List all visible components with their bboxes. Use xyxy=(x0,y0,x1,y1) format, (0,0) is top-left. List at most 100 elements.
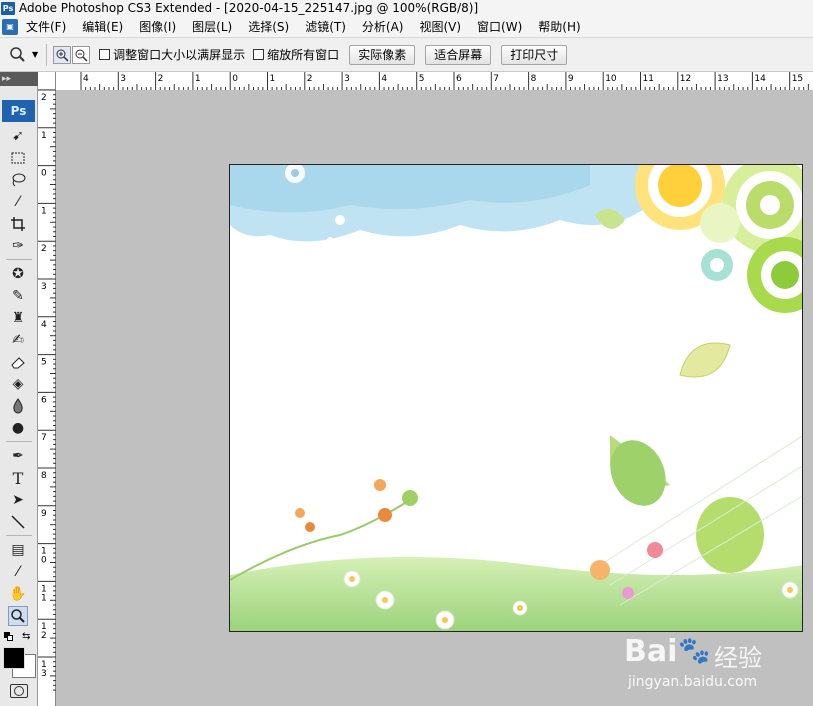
blur-tool[interactable] xyxy=(8,396,28,416)
ruler-label: 0 xyxy=(232,74,238,84)
window-title: Adobe Photoshop CS3 Extended - [2020-04-… xyxy=(19,1,479,15)
crop-tool[interactable] xyxy=(8,214,28,234)
brush-icon: ✎ xyxy=(12,288,24,304)
ruler-ticks: 21012345678910111213 xyxy=(38,90,56,691)
checkbox-box[interactable] xyxy=(253,49,265,60)
ruler-label: 5 xyxy=(41,358,47,368)
swap-colors-icon[interactable]: ⇆ xyxy=(22,631,30,642)
marquee-icon xyxy=(11,152,25,164)
quick-mask-button[interactable] xyxy=(10,684,28,698)
photoshop-app-icon: Ps xyxy=(1,1,15,15)
spring-flower-artwork xyxy=(230,165,802,631)
document-icon[interactable]: ▣ xyxy=(2,18,18,35)
menu-filter[interactable]: 滤镜(T) xyxy=(297,18,354,35)
chevron-down-icon: ▼ xyxy=(32,50,39,59)
menu-image[interactable]: 图像(I) xyxy=(131,18,184,35)
ruler-label: 3 xyxy=(344,74,350,84)
ruler-label: 5 xyxy=(419,74,425,84)
menu-layer[interactable]: 图层(L) xyxy=(184,18,240,35)
default-colors-icon[interactable] xyxy=(4,632,14,642)
ruler-label: 15 xyxy=(792,74,803,84)
history-brush-tool[interactable]: ✍ xyxy=(8,330,28,350)
ruler-origin[interactable] xyxy=(38,72,56,90)
dodge-tool[interactable]: ● xyxy=(8,418,28,438)
path-selection-icon: ➤ xyxy=(12,492,24,508)
ruler-label: 0 xyxy=(41,169,47,179)
ruler-label: 2 xyxy=(41,631,47,641)
ruler-label: 9 xyxy=(568,74,574,84)
path-selection-tool[interactable]: ➤ xyxy=(8,490,28,510)
ruler-label: 2 xyxy=(41,93,47,103)
baidu-watermark: Bai 🐾 经验 jingyan.baidu.com xyxy=(622,632,812,706)
notes-tool[interactable]: ▤ xyxy=(8,540,28,560)
eyedropper-tool[interactable]: ⁄ xyxy=(8,562,28,582)
ruler-label: 9 xyxy=(41,509,47,519)
checkbox-box[interactable] xyxy=(99,49,111,60)
slice-tool[interactable]: ✑ xyxy=(8,236,28,256)
type-icon: T xyxy=(12,468,24,488)
resize-windows-checkbox[interactable]: 调整窗口大小以满屏显示 xyxy=(99,46,245,63)
ruler-label: 2 xyxy=(158,74,164,84)
paint-bucket-tool[interactable]: ◈ xyxy=(8,374,28,394)
menu-select[interactable]: 选择(S) xyxy=(240,18,297,35)
horizontal-ruler[interactable]: 4 3 2 1 0 1 2 3 4 5 6 7 8 9 10 11 12 13 14 15 xyxy=(56,72,813,91)
healing-brush-tool[interactable]: ✪ xyxy=(8,264,28,284)
eraser-icon xyxy=(11,357,25,369)
tool-preset-picker[interactable]: ▼ xyxy=(8,46,38,64)
ruler-label: 1 xyxy=(270,74,276,84)
pen-tool[interactable]: ✒ xyxy=(8,446,28,466)
hand-tool[interactable]: ✋ xyxy=(8,584,28,604)
divider xyxy=(6,535,32,536)
magic-wand-tool[interactable]: ⁄ xyxy=(8,192,28,212)
move-tool[interactable]: ➹ xyxy=(8,126,28,146)
ruler-label: 4 xyxy=(41,320,47,330)
toolbox-collapse-handle[interactable]: ▸▸ xyxy=(0,72,38,86)
photoshop-logo[interactable]: Ps xyxy=(2,100,35,122)
fit-screen-button[interactable]: 适合屏幕 xyxy=(425,44,492,65)
stamp-icon: ♜ xyxy=(11,310,25,326)
title-bar: Ps Adobe Photoshop CS3 Extended - [2020-… xyxy=(0,0,813,16)
magic-wand-icon: ⁄ xyxy=(16,194,20,210)
watermark-logo-text: Bai xyxy=(624,634,678,669)
ruler-label: 3 xyxy=(41,282,47,292)
resize-windows-label: 调整窗口大小以满屏显示 xyxy=(113,48,246,62)
zoom-out-icon xyxy=(75,49,88,62)
menu-view[interactable]: 视图(V) xyxy=(411,18,469,35)
marquee-tool[interactable] xyxy=(8,148,28,168)
document-image[interactable] xyxy=(229,164,803,632)
menu-help[interactable]: 帮助(H) xyxy=(530,18,588,35)
crop-icon xyxy=(11,217,25,231)
menu-analysis[interactable]: 分析(A) xyxy=(354,18,412,35)
ruler-label: 6 xyxy=(456,74,462,84)
divider xyxy=(6,441,32,442)
foreground-color-swatch[interactable] xyxy=(3,647,25,669)
line-tool[interactable] xyxy=(8,512,28,532)
ruler-label: 1 xyxy=(41,593,47,603)
actual-pixels-button[interactable]: 实际像素 xyxy=(349,44,416,65)
menu-window[interactable]: 窗口(W) xyxy=(469,18,530,35)
hand-icon: ✋ xyxy=(9,586,27,602)
ruler-label: 7 xyxy=(493,74,499,84)
print-size-button[interactable]: 打印尺寸 xyxy=(501,44,568,65)
clone-stamp-tool[interactable]: ♜ xyxy=(8,308,28,328)
ruler-label: 3 xyxy=(41,669,47,679)
vertical-ruler[interactable]: 21012345678910111213 xyxy=(38,90,56,706)
zoom-tool[interactable] xyxy=(8,606,28,626)
zoom-in-button[interactable] xyxy=(53,45,72,64)
lasso-tool[interactable] xyxy=(8,170,28,190)
watermark-url: jingyan.baidu.com xyxy=(628,674,758,690)
menu-file[interactable]: 文件(F) xyxy=(18,18,74,35)
brush-tool[interactable]: ✎ xyxy=(8,286,28,306)
zoom-all-windows-checkbox[interactable]: 缩放所有窗口 xyxy=(253,46,339,63)
zoom-all-windows-label: 缩放所有窗口 xyxy=(267,48,340,62)
menu-edit[interactable]: 编辑(E) xyxy=(74,18,131,35)
ruler-label: 7 xyxy=(41,433,47,443)
eraser-tool[interactable] xyxy=(8,352,28,372)
zoom-out-button[interactable] xyxy=(72,45,91,64)
zoom-icon xyxy=(11,609,25,623)
type-tool[interactable]: T xyxy=(8,468,28,488)
ruler-label: 3 xyxy=(120,74,126,84)
tools-panel: Ps ➹ ⁄ ✑ ✪ ✎ ♜ ✍ ◈ ● ✒ T ➤ ▤ ⁄ ✋ ⇆ xyxy=(0,86,38,706)
quick-mask-icon xyxy=(14,686,24,696)
lasso-icon xyxy=(12,173,26,187)
